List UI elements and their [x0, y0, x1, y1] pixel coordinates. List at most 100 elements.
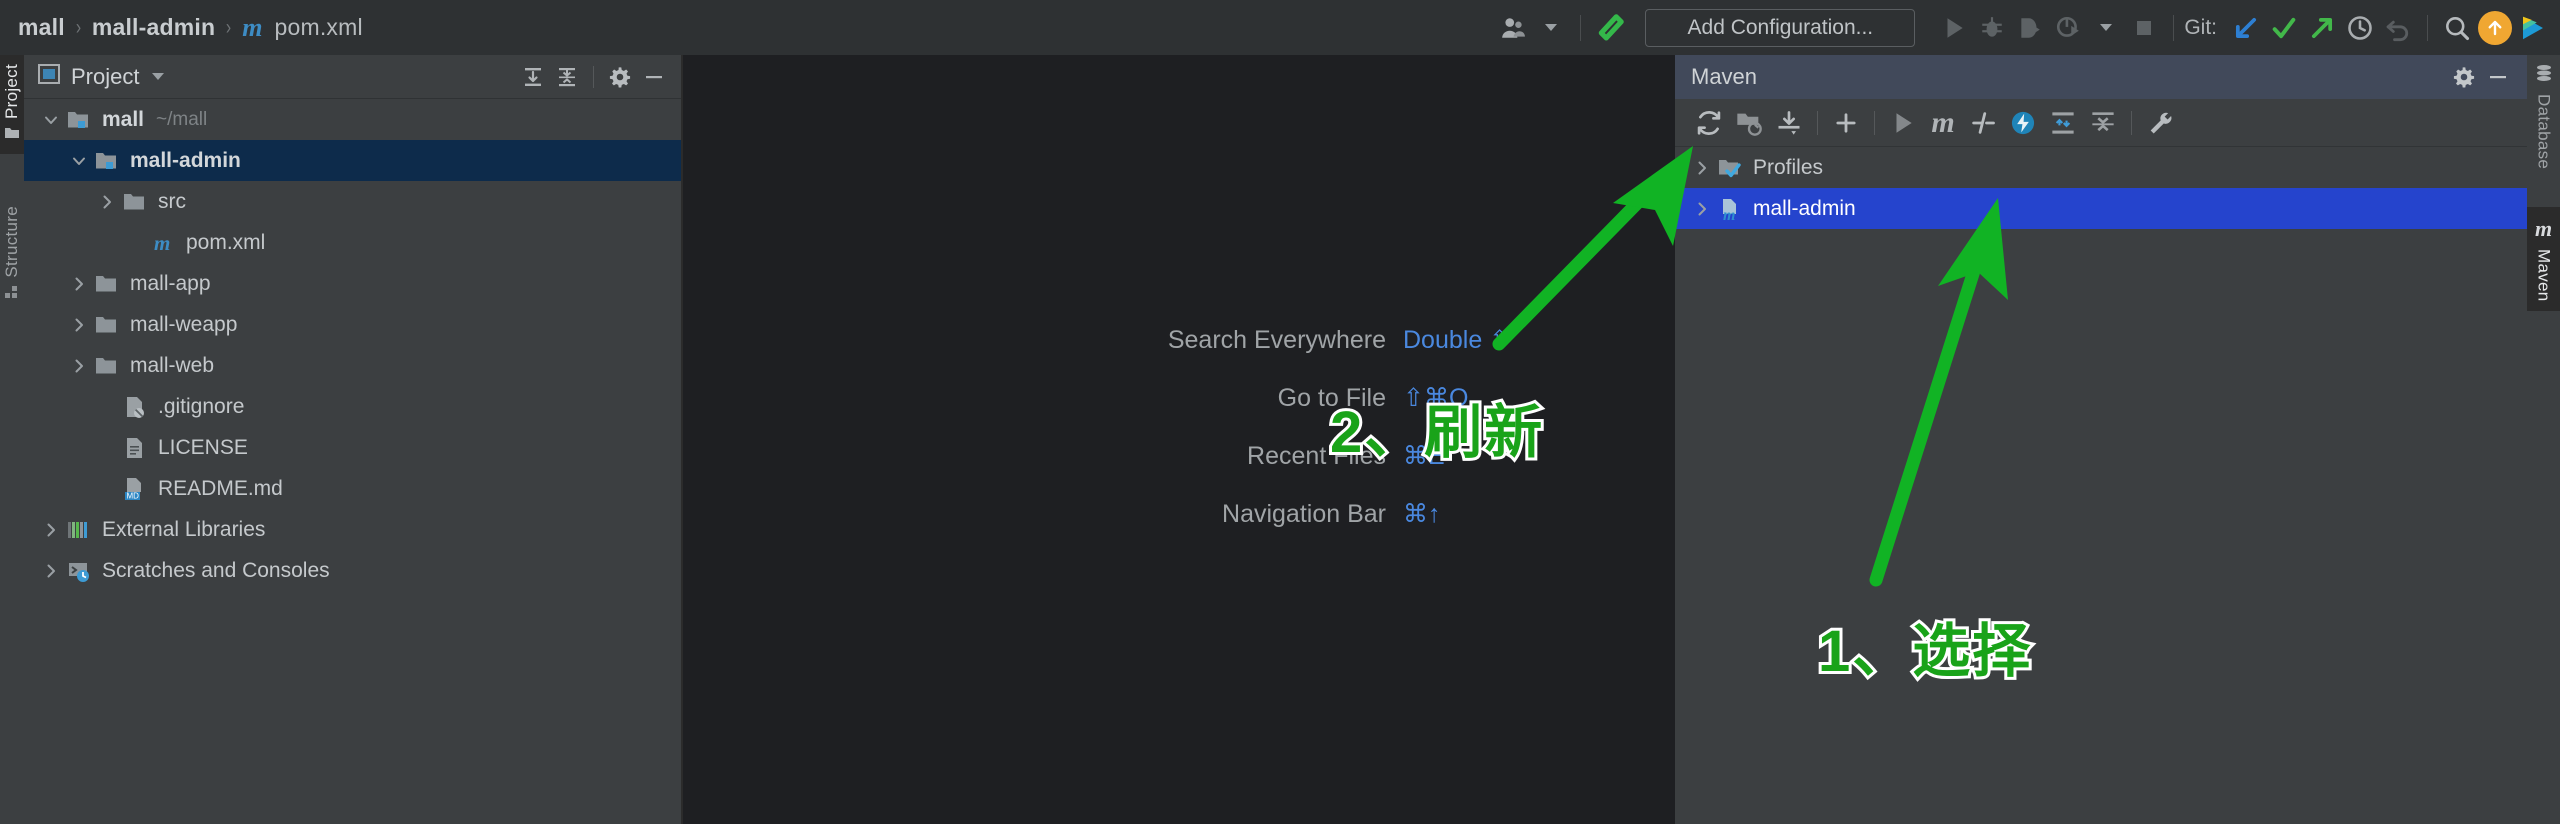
- project-tree-label: pom.xml: [186, 230, 266, 254]
- stop-icon[interactable]: [2125, 9, 2163, 47]
- project-tree-row[interactable]: LICENSE: [24, 427, 681, 468]
- chevron-down-icon[interactable]: [1532, 9, 1570, 47]
- profiler-icon[interactable]: [2049, 9, 2087, 47]
- project-tree-row[interactable]: src: [24, 181, 681, 222]
- breadcrumb-item-file[interactable]: pom.xml: [274, 14, 362, 41]
- sidebar-tab-database[interactable]: Database: [2527, 55, 2560, 178]
- maven-tree-row[interactable]: m mall-admin: [1675, 188, 2527, 229]
- git-rollback-icon[interactable]: [2379, 9, 2417, 47]
- breadcrumb-item-module[interactable]: mall-admin: [92, 14, 215, 41]
- project-tree-label: mall-app: [130, 271, 211, 295]
- chevron-right-icon[interactable]: [94, 193, 120, 211]
- expand-all-icon[interactable]: [516, 60, 550, 94]
- structure-icon: [4, 285, 20, 304]
- gear-icon[interactable]: [603, 60, 637, 94]
- maven-profiles-icon: [1715, 156, 1745, 180]
- hide-panel-icon[interactable]: [637, 60, 671, 94]
- project-tree-row[interactable]: .gitignore: [24, 386, 681, 427]
- toolbar-right-group: Add Configuration... Git:: [1494, 8, 2560, 47]
- hide-panel-icon[interactable]: [2481, 60, 2515, 94]
- project-tree-row[interactable]: mall ~/mall: [24, 99, 681, 140]
- project-tree-row[interactable]: mall-app: [24, 263, 681, 304]
- ide-window: mall › mall-admin › m pom.xml Add Config…: [0, 0, 2560, 824]
- collapse-all-icon[interactable]: [550, 60, 584, 94]
- project-tree-label: mall: [102, 107, 145, 131]
- chevron-right-icon[interactable]: [66, 316, 92, 334]
- project-tree-row[interactable]: m pom.xml: [24, 222, 681, 263]
- project-tree-row[interactable]: Scratches and Consoles: [24, 550, 681, 591]
- project-tree-label: Scratches and Consoles: [102, 558, 330, 582]
- run-icon[interactable]: [1935, 9, 1973, 47]
- toolbar-divider: [2427, 14, 2428, 41]
- project-tree[interactable]: mall ~/mall mall-admin src m pom.xml mall-app m…: [24, 99, 681, 824]
- module-folder-icon: [64, 108, 94, 132]
- download-sources-icon[interactable]: [1769, 103, 1809, 143]
- run-configuration-selector[interactable]: Add Configuration...: [1645, 8, 1916, 47]
- project-tree-row[interactable]: mall-web: [24, 345, 681, 386]
- run-with-coverage-icon[interactable]: [2011, 9, 2049, 47]
- git-commit-icon[interactable]: [2265, 9, 2303, 47]
- chevron-down-icon[interactable]: [2087, 9, 2125, 47]
- gear-icon[interactable]: [2447, 60, 2481, 94]
- chevron-right-icon[interactable]: [66, 357, 92, 375]
- sidebar-tab-structure[interactable]: Structure: [0, 197, 24, 313]
- ide-logo-icon[interactable]: [2514, 9, 2552, 47]
- maven-settings-wrench-icon[interactable]: [2140, 103, 2180, 143]
- project-panel-header: Project: [24, 55, 681, 99]
- toggle-offline-mode-icon[interactable]: [2003, 103, 2043, 143]
- toggle-skip-tests-icon[interactable]: [1963, 103, 2003, 143]
- sidebar-tab-maven[interactable]: m Maven: [2527, 207, 2560, 311]
- chevron-down-icon[interactable]: [38, 111, 64, 129]
- update-available-icon[interactable]: [2476, 9, 2514, 47]
- breadcrumb-item-project[interactable]: mall: [18, 14, 65, 41]
- toolbar-divider: [2173, 14, 2175, 41]
- editor-hint-shortcut: Double ⇧: [1403, 326, 1511, 354]
- project-tree-row[interactable]: MD README.md: [24, 468, 681, 509]
- maven-pom-icon: m: [148, 231, 178, 255]
- project-tree-label: External Libraries: [102, 517, 266, 541]
- sidebar-tab-project-label: Project: [2, 64, 21, 120]
- chevron-right-icon[interactable]: [1689, 200, 1715, 218]
- expand-all-icon[interactable]: [2043, 103, 2083, 143]
- scratches-icon: [64, 559, 94, 583]
- chevron-right-icon[interactable]: [1689, 159, 1715, 177]
- chevron-down-icon[interactable]: [66, 152, 92, 170]
- breadcrumb: mall › mall-admin › m pom.xml: [0, 13, 363, 43]
- add-maven-project-icon[interactable]: [1729, 103, 1769, 143]
- project-tree-path: ~/mall: [156, 108, 208, 130]
- maven-project-icon: m: [1715, 197, 1745, 221]
- maven-m-icon: m: [2534, 216, 2553, 241]
- run-icon[interactable]: [1883, 103, 1923, 143]
- database-icon: [2535, 64, 2553, 87]
- git-update-project-icon[interactable]: [2227, 9, 2265, 47]
- maven-projects-tree[interactable]: Profiles m mall-admin: [1675, 147, 2527, 824]
- user-avatar-icon[interactable]: [1494, 9, 1532, 47]
- project-tree-row[interactable]: External Libraries: [24, 509, 681, 550]
- project-tree-label: mall-weapp: [130, 312, 238, 336]
- reload-all-maven-projects-icon[interactable]: [1689, 103, 1729, 143]
- libraries-icon: [64, 518, 94, 542]
- page-title: Project: [71, 63, 140, 89]
- git-push-icon[interactable]: [2303, 9, 2341, 47]
- svg-text:MD: MD: [127, 491, 140, 500]
- project-tree-row[interactable]: mall-admin: [24, 140, 681, 181]
- chevron-right-icon[interactable]: [38, 562, 64, 580]
- collapse-all-icon[interactable]: [2083, 103, 2123, 143]
- maven-toolbar: m: [1675, 99, 2527, 147]
- project-tree-label: LICENSE: [158, 435, 248, 459]
- chevron-right-icon[interactable]: [38, 521, 64, 539]
- execute-maven-goal-icon[interactable]: m: [1923, 103, 1963, 143]
- search-icon[interactable]: [2438, 9, 2476, 47]
- maven-tree-row[interactable]: Profiles: [1675, 147, 2527, 188]
- git-history-clock-icon[interactable]: [2341, 9, 2379, 47]
- project-window-icon: [38, 64, 60, 89]
- chevron-right-icon[interactable]: [66, 275, 92, 293]
- debug-bug-icon[interactable]: [1973, 9, 2011, 47]
- sidebar-tab-project[interactable]: Project: [0, 55, 24, 155]
- add-icon[interactable]: [1826, 103, 1866, 143]
- folder-icon: [4, 126, 20, 145]
- build-hammer-icon[interactable]: [1591, 9, 1629, 47]
- folder-icon: [92, 272, 122, 296]
- chevron-down-icon[interactable]: [152, 73, 165, 80]
- project-tree-row[interactable]: mall-weapp: [24, 304, 681, 345]
